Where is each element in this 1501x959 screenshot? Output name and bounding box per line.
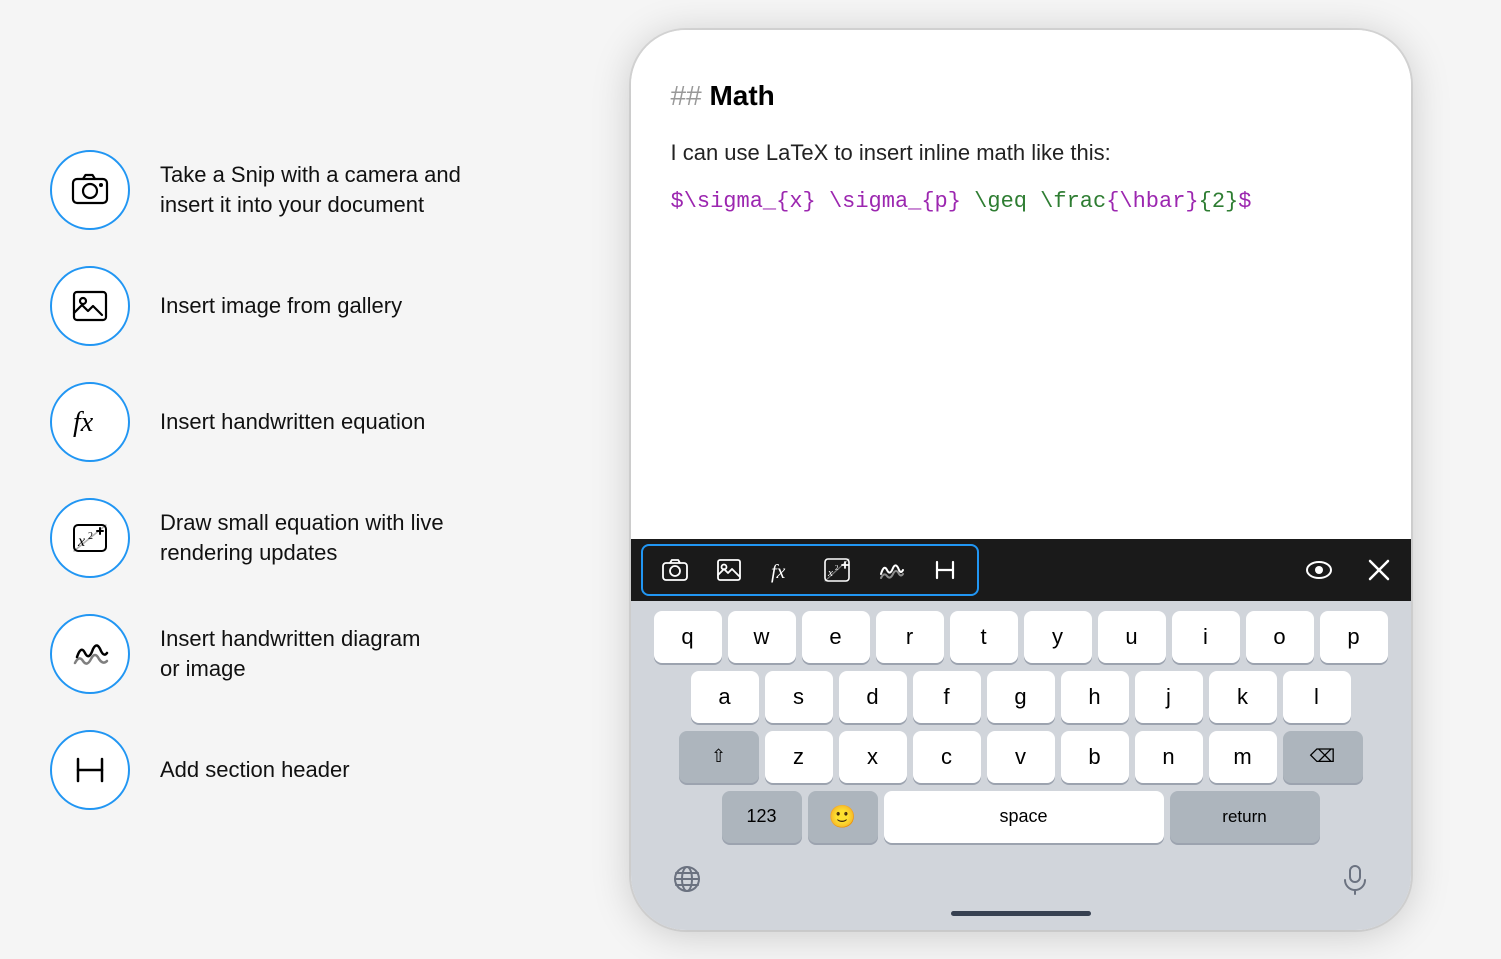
phone-mockup: ## Math I can use LaTeX to insert inline… [631,30,1411,930]
toolbar-gallery-btn[interactable] [703,548,755,592]
key-n[interactable]: n [1135,731,1203,783]
mic-icon[interactable] [1339,863,1371,902]
keyboard-area: q w e r t y u i o p a s d f g h j k [631,601,1411,855]
key-v[interactable]: v [987,731,1055,783]
feature-camera-label: Take a Snip with a camera andinsert it i… [160,160,461,219]
camera-icon [69,169,111,211]
key-m[interactable]: m [1209,731,1277,783]
key-p[interactable]: p [1320,611,1388,663]
key-k[interactable]: k [1209,671,1277,723]
hash-symbol: ## [671,80,710,111]
feature-equation-label: Insert handwritten equation [160,407,425,437]
toolbar-close-btn[interactable] [1357,548,1401,592]
keyboard-toolbar: fx x 2 [631,539,1411,601]
key-x[interactable]: x [839,731,907,783]
latex-brace-p: {p} [921,189,961,214]
key-t[interactable]: t [950,611,1018,663]
equation-icon-wrap: fx [50,382,130,462]
gallery-icon [69,285,111,327]
latex-dollar-close: $ [1238,189,1251,214]
feature-draw-eq-label: Draw small equation with liverendering u… [160,508,444,567]
diagram-icon-wrap [50,614,130,694]
feature-gallery-label: Insert image from gallery [160,291,402,321]
key-d[interactable]: d [839,671,907,723]
key-s[interactable]: s [765,671,833,723]
key-b[interactable]: b [1061,731,1129,783]
header-icon [69,749,111,791]
key-e[interactable]: e [802,611,870,663]
key-row-1: q w e r t y u i o p [635,611,1407,663]
doc-heading-text: Math [709,80,774,111]
latex-geq: \geq \frac [974,189,1106,214]
svg-text:fx: fx [771,561,786,583]
feature-diagram: Insert handwritten diagramor image [50,596,510,712]
toolbar-right-group [1297,548,1401,592]
key-f[interactable]: f [913,671,981,723]
doc-text: I can use LaTeX to insert inline math li… [671,136,1371,169]
doc-heading: ## Math [671,80,1371,112]
key-i[interactable]: i [1172,611,1240,663]
phone-content: ## Math I can use LaTeX to insert inline… [631,30,1411,539]
latex-sigma-x: \sigma_ [684,189,776,214]
latex-dollar-open: $ [671,189,684,214]
latex-code: $\sigma_{x} \sigma_{p} \geq \frac{\hbar}… [671,189,1371,214]
key-u[interactable]: u [1098,611,1166,663]
feature-header-label: Add section header [160,755,350,785]
toolbar-left-group: fx x 2 [641,544,979,596]
right-panel: ## Math I can use LaTeX to insert inline… [560,0,1501,959]
key-c[interactable]: c [913,731,981,783]
equation-icon: fx [69,401,111,443]
key-h[interactable]: h [1061,671,1129,723]
key-a[interactable]: a [691,671,759,723]
key-r[interactable]: r [876,611,944,663]
key-o[interactable]: o [1246,611,1314,663]
key-123[interactable]: 123 [722,791,802,843]
draw-eq-icon-wrap: x 2 [50,498,130,578]
latex-sigma-p: \sigma_ [829,189,921,214]
toolbar-camera-btn[interactable] [649,548,701,592]
key-row-3: ⇧ z x c v b n m ⌫ [635,731,1407,783]
toolbar-scribble-btn[interactable] [865,548,917,592]
feature-header: Add section header [50,712,510,828]
diagram-icon [69,633,111,675]
camera-icon-wrap [50,150,130,230]
key-space[interactable]: space [884,791,1164,843]
key-y[interactable]: y [1024,611,1092,663]
header-icon-wrap [50,730,130,810]
feature-equation: fx Insert handwritten equation [50,364,510,480]
bottom-bar [631,855,1411,907]
key-row-4: 123 🙂 space return [635,791,1407,843]
feature-diagram-label: Insert handwritten diagramor image [160,624,420,683]
toolbar-draw-eq-btn[interactable]: x 2 [811,548,863,592]
key-backspace[interactable]: ⌫ [1283,731,1363,783]
draw-eq-icon: x 2 [69,517,111,559]
key-w[interactable]: w [728,611,796,663]
key-l[interactable]: l [1283,671,1351,723]
toolbar-header-btn[interactable] [919,548,971,592]
latex-hbar: {\hbar} [1106,189,1198,214]
latex-denom: {2} [1199,189,1239,214]
latex-brace-x: {x} [776,189,816,214]
toolbar-fx-btn[interactable]: fx [757,548,809,592]
svg-text:fx: fx [73,407,94,438]
key-z[interactable]: z [765,731,833,783]
key-shift[interactable]: ⇧ [679,731,759,783]
key-row-2: a s d f g h j k l [635,671,1407,723]
left-panel: Take a Snip with a camera andinsert it i… [0,0,560,959]
feature-draw-eq: x 2 Draw small equation with liverenderi… [50,480,510,596]
key-return[interactable]: return [1170,791,1320,843]
gallery-icon-wrap [50,266,130,346]
key-emoji[interactable]: 🙂 [808,791,878,843]
globe-icon[interactable] [671,863,703,902]
feature-gallery: Insert image from gallery [50,248,510,364]
toolbar-eye-btn[interactable] [1297,548,1341,592]
key-g[interactable]: g [987,671,1055,723]
feature-camera: Take a Snip with a camera andinsert it i… [50,132,510,248]
key-j[interactable]: j [1135,671,1203,723]
home-bar [951,911,1091,916]
key-q[interactable]: q [654,611,722,663]
home-indicator [631,907,1411,930]
